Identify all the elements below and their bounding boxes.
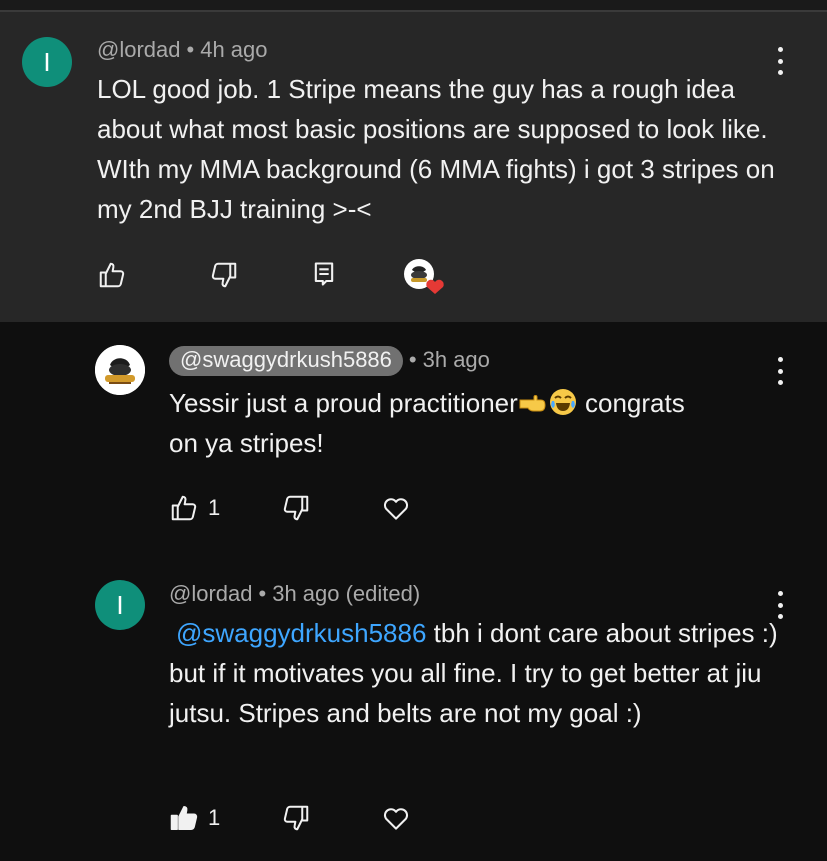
more-options-icon[interactable] <box>775 591 785 619</box>
like-button[interactable]: 1 <box>168 803 220 833</box>
comment-text: LOL good job. 1 Stripe means the guy has… <box>97 74 775 224</box>
thumbs-up-icon <box>99 262 125 288</box>
heart-icon <box>383 498 409 520</box>
mention-link[interactable]: @swaggydrkush5886 <box>176 618 426 648</box>
like-count: 1 <box>208 495 221 520</box>
comment-time[interactable]: 3h ago (edited) <box>272 581 420 606</box>
like-button[interactable]: 1 <box>168 493 220 523</box>
creator-heart <box>403 258 447 296</box>
tears-of-joy-emoji-icon <box>549 389 576 415</box>
dislike-button[interactable] <box>280 493 312 523</box>
thumbs-up-filled-icon <box>170 806 198 830</box>
thumbs-down-icon <box>283 495 309 521</box>
reply-button[interactable] <box>312 260 336 288</box>
author-name[interactable]: @lordad <box>169 581 253 606</box>
dislike-button[interactable] <box>280 803 312 833</box>
thumbs-down-icon <box>211 262 237 288</box>
thumbs-up-icon <box>171 495 197 521</box>
comment-text-part: on ya stripes! <box>169 428 324 458</box>
comment-time[interactable]: 4h ago <box>200 37 267 62</box>
avatar[interactable] <box>95 345 145 395</box>
comment-text-part: congrats <box>577 388 685 418</box>
avatar-letter: I <box>43 46 51 77</box>
thumbs-down-icon <box>283 805 309 831</box>
dislike-button[interactable] <box>208 260 240 290</box>
heart-button[interactable] <box>381 803 411 833</box>
comment-text: @swaggydrkush5886 tbh i dont care about … <box>169 613 779 733</box>
comment-text-part: Yessir just a proud practitioner <box>169 388 518 418</box>
heart-button[interactable] <box>381 493 411 523</box>
heart-icon <box>383 808 409 830</box>
reply-icon <box>314 262 334 286</box>
comment-meta: @lordad • 4h ago <box>97 37 268 63</box>
meta-separator: • <box>258 581 267 606</box>
creator-handle-badge[interactable]: @swaggydrkush5886 <box>169 346 403 376</box>
author-name[interactable]: @lordad <box>97 37 181 62</box>
avatar[interactable]: I <box>95 580 145 630</box>
avatar-logo-icon <box>95 345 145 395</box>
comment-time[interactable]: 3h ago <box>423 347 490 372</box>
comment-text: Yessir just a proud practitioner congrat… <box>169 383 789 463</box>
comment-meta: @lordad • 3h ago (edited) <box>169 581 420 607</box>
like-count: 1 <box>208 805 221 830</box>
top-bar <box>0 0 827 10</box>
avatar-letter: I <box>116 589 124 620</box>
more-options-icon[interactable] <box>775 357 785 385</box>
pointing-hand-emoji-icon <box>519 395 546 412</box>
creator-heart-icon <box>404 259 444 294</box>
meta-separator: • <box>186 37 195 62</box>
meta-separator: • <box>408 347 417 372</box>
avatar[interactable]: I <box>22 37 72 87</box>
like-button[interactable] <box>96 260 128 290</box>
more-options-icon[interactable] <box>775 47 785 75</box>
comment-meta: @swaggydrkush5886 • 3h ago <box>169 346 490 376</box>
